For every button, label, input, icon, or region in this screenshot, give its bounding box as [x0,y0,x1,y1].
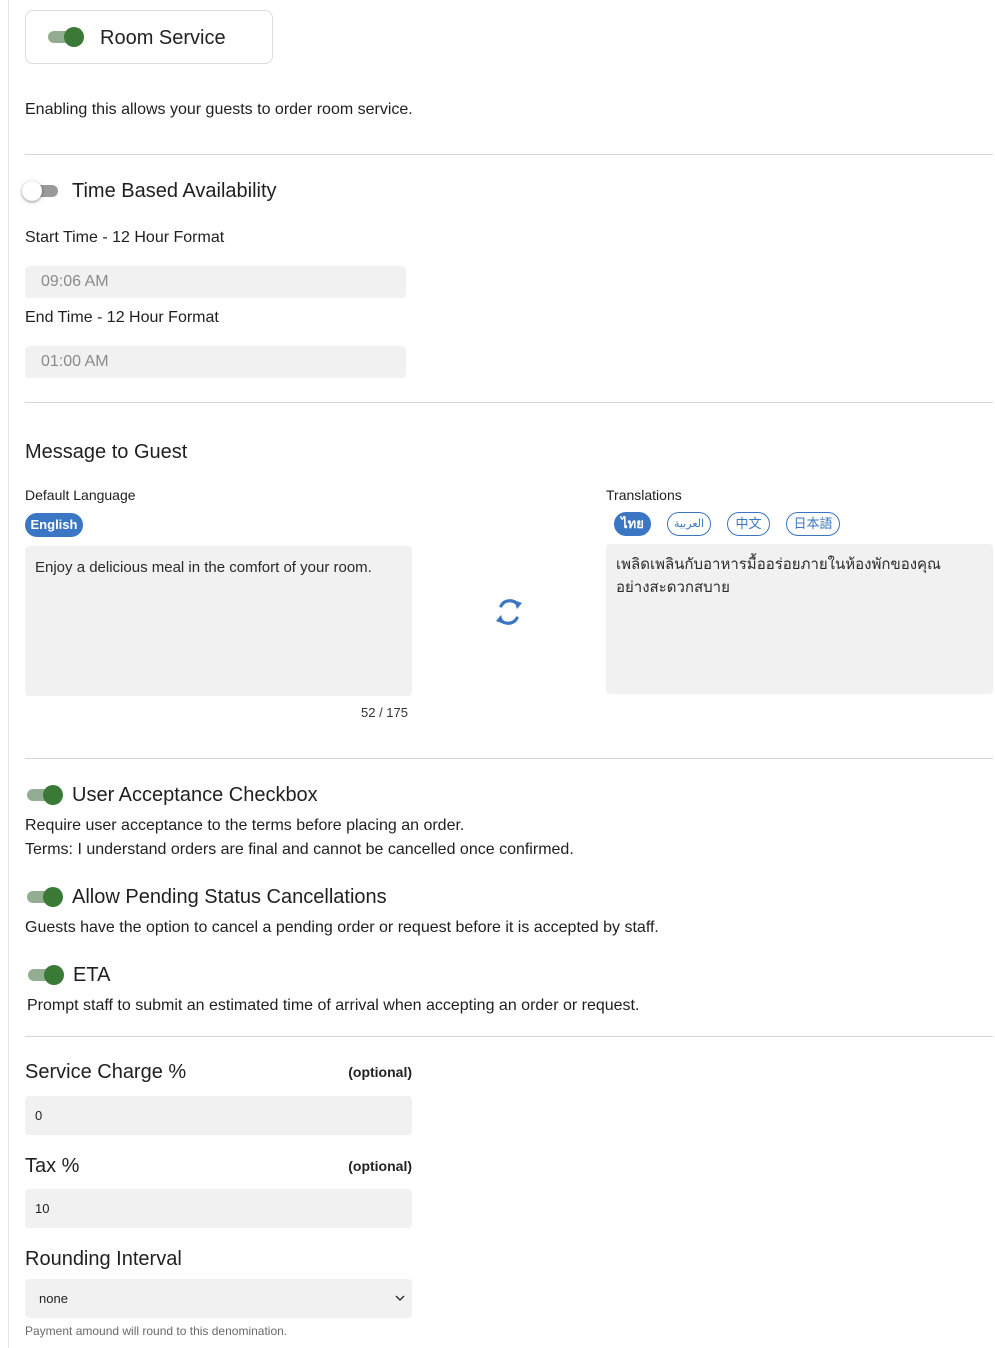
tax-optional: (optional) [348,1158,412,1174]
divider [25,402,993,403]
toggle-knob [22,181,42,201]
eta-label: ETA [73,964,111,986]
toggle-knob [43,785,63,805]
toggle-knob [43,887,63,907]
translation-tab-japanese[interactable]: 日本語 [786,512,840,536]
end-time-label: End Time - 12 Hour Format [25,309,219,326]
service-charge-label: Service Charge % [25,1061,187,1083]
service-charge-optional: (optional) [348,1064,412,1080]
default-message-textarea[interactable]: Enjoy a delicious meal in the comfort of… [25,546,412,696]
room-service-label: Room Service [100,27,226,49]
eta-description: Prompt staff to submit an estimated time… [27,997,640,1014]
translations-label: Translations [606,487,682,503]
start-time-label: Start Time - 12 Hour Format [25,229,225,246]
user-acceptance-toggle[interactable] [25,784,63,806]
default-language-label: Default Language [25,487,136,503]
pending-cancellations-toggle[interactable] [25,886,63,908]
divider [25,154,993,155]
time-availability-toggle[interactable] [22,180,60,202]
refresh-icon[interactable] [492,594,526,630]
start-time-value: 09:06 AM [41,273,109,290]
tax-input[interactable]: 10 [25,1189,412,1228]
tax-value: 10 [35,1201,50,1216]
translation-tab-chinese[interactable]: 中文 [727,512,770,536]
user-acceptance-label: User Acceptance Checkbox [72,784,318,806]
service-charge-input[interactable]: 0 [25,1096,412,1135]
toggle-knob [44,965,64,985]
start-time-input[interactable]: 09:06 AM [25,266,406,298]
room-service-card: Room Service [25,10,273,64]
user-acceptance-description: Require user acceptance to the terms bef… [25,817,465,834]
time-availability-label: Time Based Availability [72,180,277,202]
translation-tab-arabic[interactable]: العربية [667,512,711,536]
rounding-value: none [39,1291,68,1306]
rounding-select[interactable]: none [25,1279,412,1318]
end-time-input[interactable]: 01:00 AM [25,346,406,378]
divider [25,1036,993,1037]
message-heading: Message to Guest [25,441,188,463]
rounding-label: Rounding Interval [25,1248,182,1270]
default-message-text: Enjoy a delicious meal in the comfort of… [35,559,372,576]
left-border [8,0,9,1348]
room-service-description: Enabling this allows your guests to orde… [25,101,413,118]
pending-cancellations-description: Guests have the option to cancel a pendi… [25,919,659,936]
room-service-toggle[interactable] [46,26,84,48]
translation-text: เพลิดเพลินกับอาหารมื้ออร่อยภายในห้องพักข… [616,556,941,596]
eta-toggle[interactable] [26,964,64,986]
translation-tab-thai[interactable]: ไทย [614,512,651,536]
pending-cancellations-label: Allow Pending Status Cancellations [72,886,387,908]
end-time-value: 01:00 AM [41,353,109,370]
translation-textarea[interactable]: เพลิดเพลินกับอาหารมื้ออร่อยภายในห้องพักข… [606,544,993,694]
chevron-down-icon [394,1279,406,1318]
rounding-help: Payment amound will round to this denomi… [25,1324,288,1338]
default-language-pill[interactable]: English [25,513,83,537]
divider [25,758,993,759]
user-acceptance-terms: Terms: I understand orders are final and… [25,841,574,858]
tax-label: Tax % [25,1155,80,1177]
service-charge-value: 0 [35,1108,43,1123]
char-count: 52 / 175 [361,705,408,720]
toggle-knob [64,27,84,47]
